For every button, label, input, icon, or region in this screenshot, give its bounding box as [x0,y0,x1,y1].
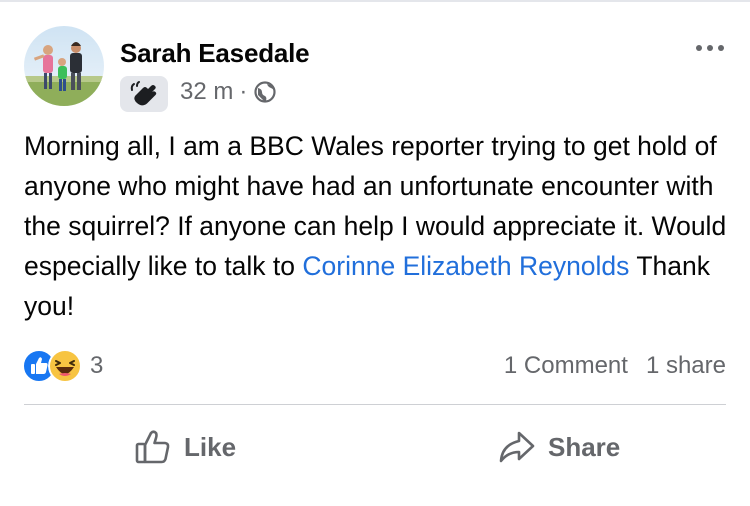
comment-count[interactable]: 1 Comment [504,352,628,380]
engagement-stats: 1 Comment 1 share [504,352,726,380]
more-options-button[interactable] [690,38,730,58]
share-arrow-icon [499,431,535,463]
divider [24,404,726,405]
waving-hand-icon[interactable] [120,76,168,112]
thumbs-up-icon [135,430,170,464]
post-meta: 32 m · [180,78,277,106]
mention-link[interactable]: Corinne Elizabeth Reynolds [302,251,629,281]
reaction-count: 3 [90,352,104,379]
author-name[interactable]: Sarah Easedale [120,38,310,69]
more-dots-icon [707,45,713,51]
share-label: Share [548,431,621,462]
more-dots-icon [696,45,702,51]
post-text: Morning all, I am a BBC Wales reporter t… [24,126,736,326]
post-card: Sarah Easedale 32 m · Morning all, I am … [0,0,750,506]
reactions-summary[interactable]: 3 [22,348,103,384]
more-dots-icon [718,45,724,51]
haha-reaction-icon [48,349,82,383]
avatar[interactable] [24,26,104,106]
share-button[interactable]: Share [498,422,620,472]
post-time[interactable]: 32 m [180,78,233,106]
meta-separator: · [239,78,248,105]
share-count[interactable]: 1 share [646,352,726,380]
globe-icon [254,81,276,103]
like-button[interactable]: Like [134,422,236,472]
like-label: Like [184,431,237,462]
